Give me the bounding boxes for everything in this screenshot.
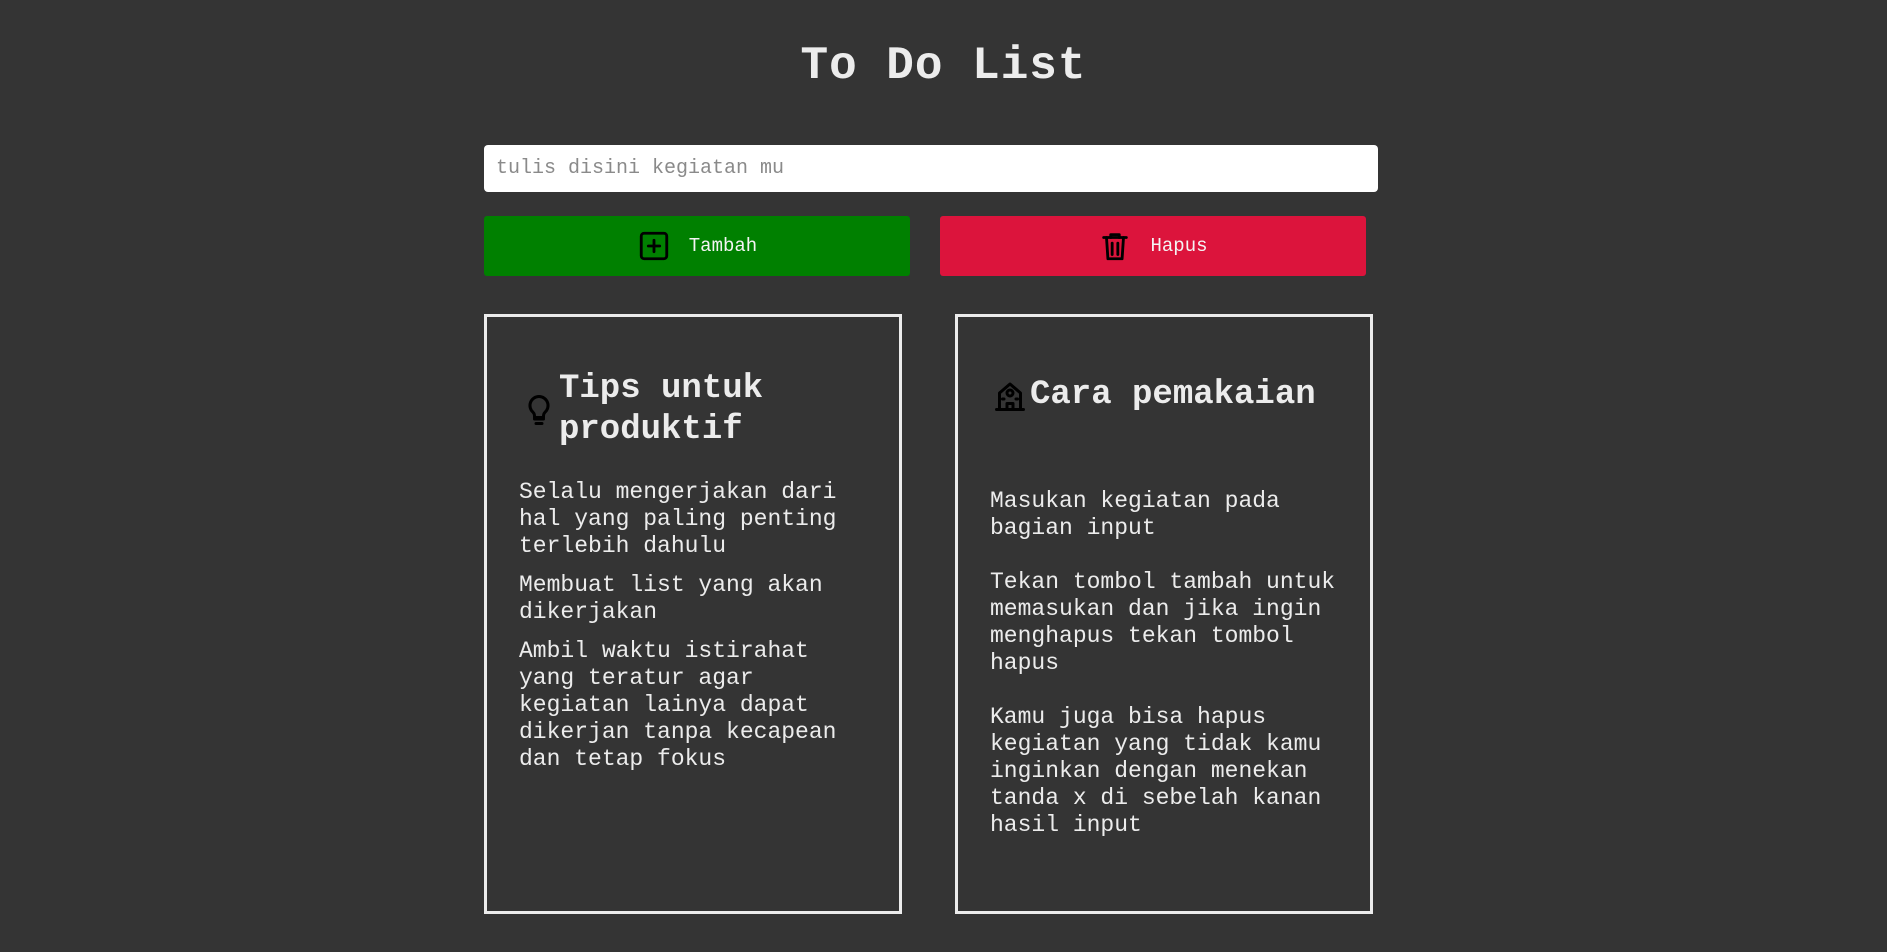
delete-button-label: Hapus — [1150, 235, 1208, 257]
tips-list-item: Ambil waktu istirahat yang teratur agar … — [519, 638, 837, 772]
tips-list: Selalu mengerjakan dari hal yang paling … — [519, 479, 867, 773]
tips-list-item: Selalu mengerjakan dari hal yang paling … — [519, 479, 837, 559]
tips-card-header: Tips untuk produktif — [519, 369, 867, 451]
tips-card: Tips untuk produktif Selalu mengerjakan … — [484, 314, 902, 914]
delete-button[interactable]: Hapus — [940, 216, 1366, 276]
howto-card-header: Cara pemakaian — [990, 375, 1338, 416]
tips-list-item: Membuat list yang akan dikerjakan — [519, 572, 823, 625]
building-icon — [990, 376, 1030, 416]
page-title: To Do List — [800, 40, 1087, 92]
howto-list-item: Tekan tombol tambah untuk memasukan dan … — [990, 569, 1336, 676]
add-button[interactable]: Tambah — [484, 216, 910, 276]
howto-card-title: Cara pemakaian — [1030, 376, 1316, 414]
tips-card-title: Tips untuk produktif — [559, 370, 764, 449]
task-input[interactable] — [484, 145, 1378, 192]
howto-list-item: Kamu juga bisa hapus kegiatan yang tidak… — [990, 704, 1322, 838]
add-button-label: Tambah — [688, 235, 758, 257]
lightbulb-icon — [519, 390, 559, 430]
plus-square-icon — [637, 229, 671, 263]
howto-list: Masukan kegiatan pada bagian input Tekan… — [990, 488, 1338, 839]
trash-icon — [1098, 229, 1132, 263]
howto-list-item: Masukan kegiatan pada bagian input — [990, 488, 1280, 541]
howto-card: Cara pemakaian Masukan kegiatan pada bag… — [955, 314, 1373, 914]
